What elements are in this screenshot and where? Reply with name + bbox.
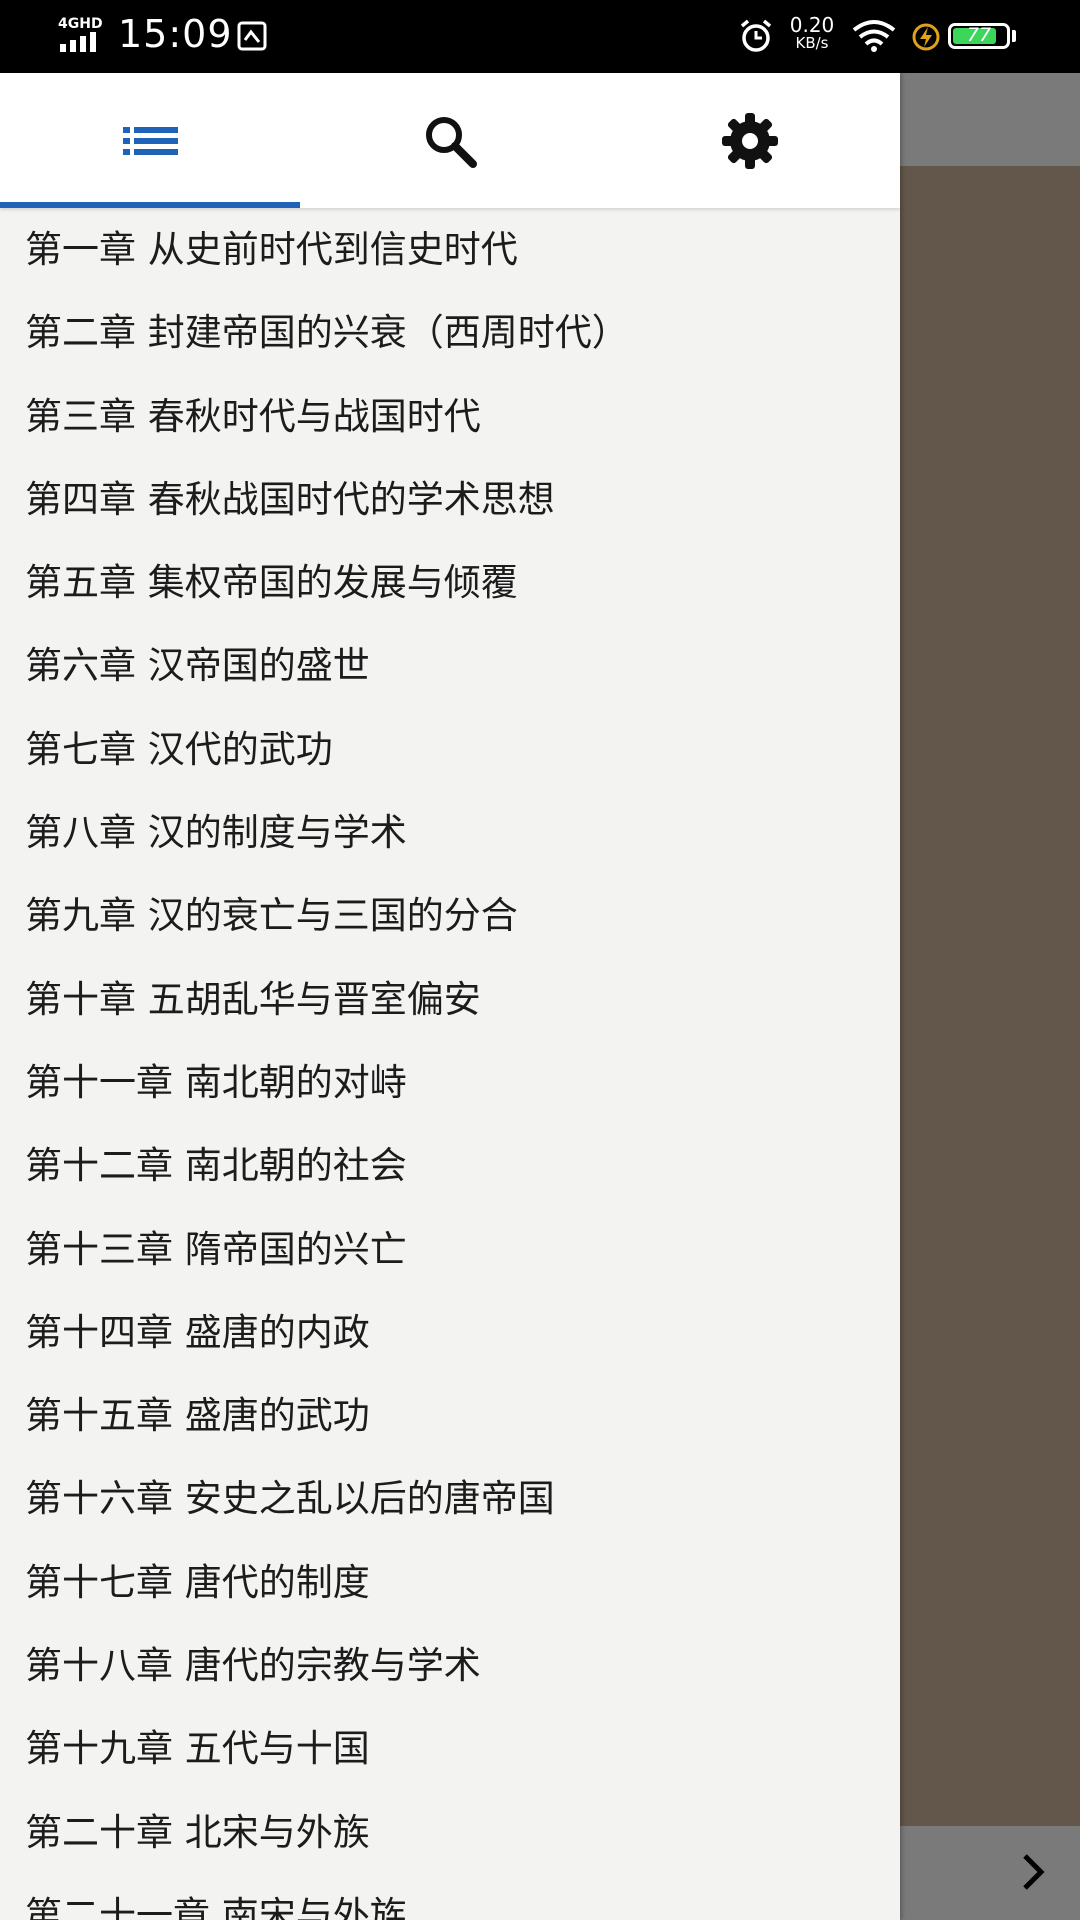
chapter-item[interactable]: 第六章 汉帝国的盛世 <box>0 624 900 707</box>
clock: 15:09 <box>118 12 233 56</box>
drawer-tabbar <box>0 73 900 208</box>
chevron-right-icon[interactable] <box>1015 1850 1051 1894</box>
chapter-item[interactable]: 第二章 封建帝国的兴衰（西周时代） <box>0 291 900 374</box>
chapter-item[interactable]: 第十一章 南北朝的对峙 <box>0 1041 900 1124</box>
chapter-item[interactable]: 第七章 汉代的武功 <box>0 708 900 791</box>
wifi-icon <box>852 20 896 52</box>
chapter-item[interactable]: 第十三章 隋帝国的兴亡 <box>0 1208 900 1291</box>
chapter-item[interactable]: 第十八章 唐代的宗教与学术 <box>0 1624 900 1707</box>
navigation-drawer: 第一章 从史前时代到信史时代 第二章 封建帝国的兴衰（西周时代） 第三章 春秋时代与… <box>0 73 900 1920</box>
tab-contents[interactable] <box>0 73 300 208</box>
network-type: 4GHD <box>58 16 103 32</box>
tab-search[interactable] <box>300 73 600 208</box>
background-toolbar <box>900 73 1080 166</box>
chapter-item[interactable]: 第二十章 北宋与外族 <box>0 1791 900 1874</box>
chapter-item[interactable]: 第二十一章 南宋与外族 <box>0 1874 900 1920</box>
chapter-item[interactable]: 第十九章 五代与十国 <box>0 1707 900 1790</box>
background-reading-page[interactable] <box>900 166 1080 1826</box>
tab-settings[interactable] <box>600 73 900 208</box>
chapter-item[interactable]: 第八章 汉的制度与学术 <box>0 791 900 874</box>
speed-value: 0.20 <box>789 13 835 37</box>
chapter-item[interactable]: 第十五章 盛唐的武功 <box>0 1374 900 1457</box>
battery-icon: 77 <box>948 23 1010 49</box>
gear-icon <box>722 112 778 169</box>
chapter-item[interactable]: 第十四章 盛唐的内政 <box>0 1291 900 1374</box>
screenshot-icon <box>237 21 267 51</box>
chapter-list: 第一章 从史前时代到信史时代 第二章 封建帝国的兴衰（西周时代） 第三章 春秋时代与… <box>0 208 900 1920</box>
chapter-item[interactable]: 第十六章 安史之乱以后的唐帝国 <box>0 1457 900 1540</box>
active-tab-indicator <box>0 202 300 208</box>
status-bar: 4GHD 15:09 0.20 KB/s 77 <box>0 0 1080 73</box>
charging-icon <box>912 23 940 51</box>
chapter-item[interactable]: 第一章 从史前时代到信史时代 <box>0 208 900 291</box>
chapter-item[interactable]: 第四章 春秋战国时代的学术思想 <box>0 458 900 541</box>
alarm-icon <box>740 19 772 52</box>
chapter-item[interactable]: 第五章 集权帝国的发展与倾覆 <box>0 541 900 624</box>
chapter-item[interactable]: 第十七章 唐代的制度 <box>0 1541 900 1624</box>
search-icon <box>426 116 477 168</box>
list-icon <box>123 126 178 155</box>
chapter-item[interactable]: 第十二章 南北朝的社会 <box>0 1124 900 1207</box>
chapter-item[interactable]: 第十章 五胡乱华与晋室偏安 <box>0 958 900 1041</box>
background-bottom-bar <box>900 1826 1080 1920</box>
battery-tip <box>1012 30 1016 42</box>
chapter-item[interactable]: 第三章 春秋时代与战国时代 <box>0 375 900 458</box>
battery-level: 77 <box>966 24 992 46</box>
chapter-item[interactable]: 第九章 汉的衰亡与三国的分合 <box>0 874 900 957</box>
network-speed: 0.20 KB/s <box>787 13 837 52</box>
